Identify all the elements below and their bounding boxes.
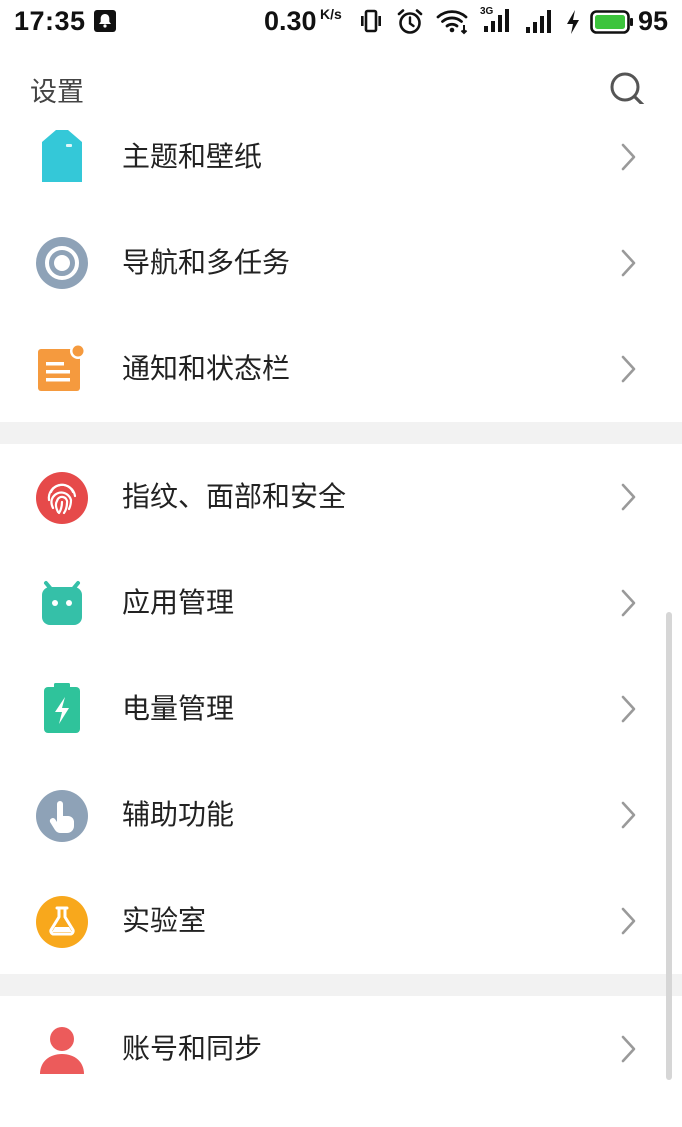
theme-shirt-icon [42,130,82,182]
chevron-right-icon [621,695,636,723]
settings-item-label: 主题和壁纸 [122,140,263,173]
vibrate-icon [361,9,381,33]
fingerprint-icon [36,472,88,524]
settings-item-app-management[interactable]: 应用管理 [0,550,682,656]
settings-item-label: 账号和同步 [122,1032,263,1065]
android-icon [42,581,82,625]
scrollbar[interactable] [666,612,672,1080]
settings-item-navigation-multitask[interactable]: 导航和多任务 [0,210,682,316]
settings-screen: 17:35 0.30 K/s 3G 95 设置 主题和壁纸 导航和多任务 通知和… [0,0,682,1127]
chevron-right-icon [621,143,636,171]
notification-bell-icon [94,10,116,32]
status-time: 17:35 [14,6,86,36]
search-icon [610,72,648,110]
chevron-right-icon [621,801,636,829]
account-person-icon [40,1027,84,1074]
battery-icon [590,10,633,34]
chevron-right-icon [621,249,636,277]
battery-fill [595,15,625,29]
charging-bolt-icon [567,10,579,34]
settings-item-label: 导航和多任务 [122,246,291,279]
signal-bars-icon [484,9,509,32]
chevron-right-icon [621,907,636,935]
group-separator [0,422,682,444]
settings-item-fingerprint-face-security[interactable]: 指纹、面部和安全 [0,444,682,550]
settings-item-label: 电量管理 [122,692,235,725]
settings-item-lab[interactable]: 实验室 [0,868,682,974]
notification-icon [38,343,86,391]
navigation-circle-icon [36,237,88,289]
chevron-right-icon [621,589,636,617]
settings-item-label: 实验室 [122,904,207,937]
battery-bolt-icon [44,683,80,733]
settings-item-label: 辅助功能 [122,798,235,831]
status-bar: 17:35 0.30 K/s 3G 95 [0,0,682,44]
network-speed: 0.30 [264,6,317,36]
network-speed-unit: K/s [320,6,342,22]
settings-item-label: 应用管理 [122,586,235,619]
flask-icon [36,896,88,948]
settings-item-label: 指纹、面部和安全 [122,480,347,513]
settings-item-accessibility[interactable]: 辅助功能 [0,762,682,868]
settings-item-account-sync[interactable]: 账号和同步 [0,996,682,1102]
battery-percent: 95 [638,6,669,36]
chevron-right-icon [621,355,636,383]
signal-3g: 3G [478,6,514,36]
settings-item-label: 通知和状态栏 [122,352,291,385]
settings-item-notification-statusbar[interactable]: 通知和状态栏 [0,316,682,422]
chevron-right-icon [621,1035,636,1063]
chevron-right-icon [621,483,636,511]
wifi-icon [436,10,468,35]
touch-hand-icon [36,790,88,842]
settings-item-battery-management[interactable]: 电量管理 [0,656,682,762]
settings-item-theme-wallpaper[interactable]: 主题和壁纸 [0,104,682,210]
signal-bars-2-icon [526,10,551,33]
alarm-icon [397,9,423,34]
group-separator [0,974,682,996]
